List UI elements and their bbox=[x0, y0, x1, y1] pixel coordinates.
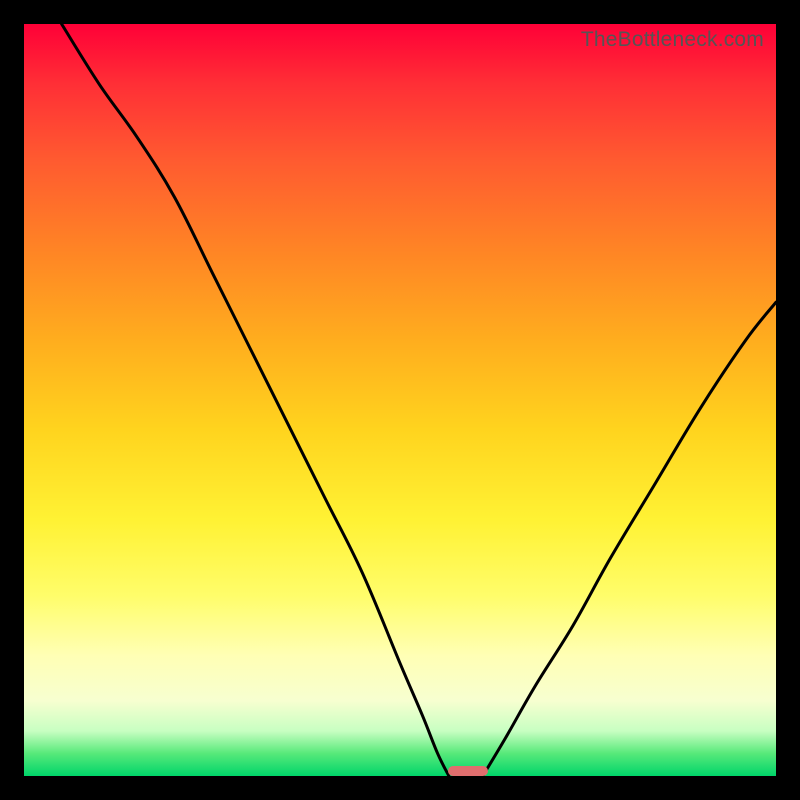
curve-left-branch bbox=[62, 24, 449, 776]
plot-area: TheBottleneck.com bbox=[24, 24, 776, 776]
curve-right-branch bbox=[483, 302, 776, 776]
optimal-marker bbox=[448, 766, 488, 776]
chart-container: TheBottleneck.com bbox=[0, 0, 800, 800]
bottleneck-curve bbox=[24, 24, 776, 776]
